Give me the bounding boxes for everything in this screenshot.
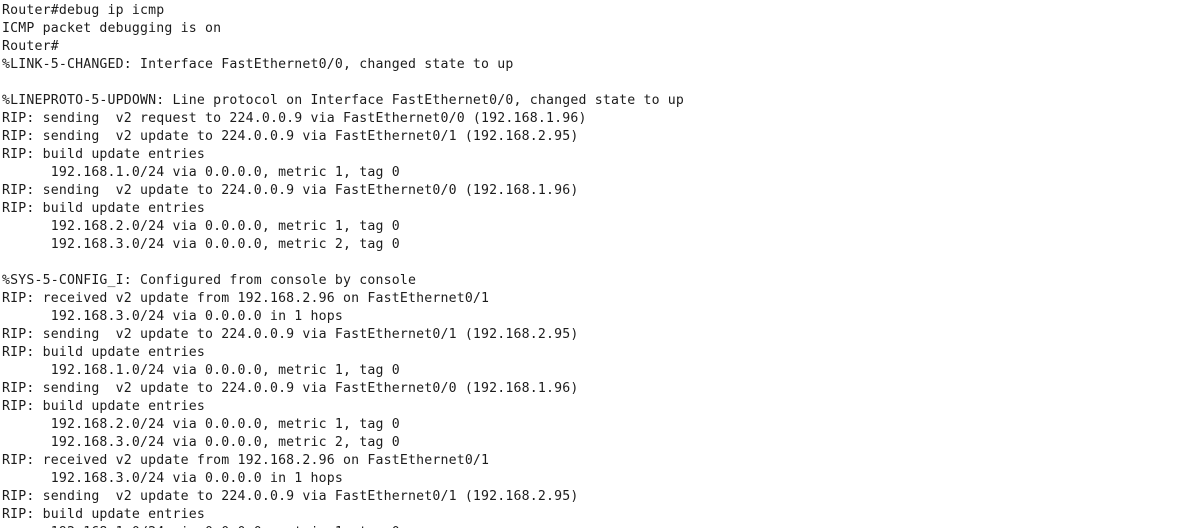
console-line: RIP: build update entries <box>2 201 205 216</box>
console-line: RIP: sending v2 update to 224.0.0.9 via … <box>2 327 579 342</box>
console-line: Router# <box>2 39 59 54</box>
console-line: RIP: build update entries <box>2 345 205 360</box>
console-line: RIP: received v2 update from 192.168.2.9… <box>2 291 490 306</box>
console-line: 192.168.2.0/24 via 0.0.0.0, metric 1, ta… <box>2 219 400 234</box>
console-line: RIP: sending v2 update to 224.0.0.9 via … <box>2 489 579 504</box>
console-line: RIP: build update entries <box>2 147 205 162</box>
console-line: RIP: sending v2 update to 224.0.0.9 via … <box>2 129 579 144</box>
console-output-log[interactable]: Router#debug ip icmp ICMP packet debuggin… <box>0 0 1186 528</box>
console-line: ICMP packet debugging is on <box>2 21 222 36</box>
console-line: 192.168.3.0/24 via 0.0.0.0, metric 2, ta… <box>2 237 400 252</box>
console-line: RIP: build update entries <box>2 507 205 522</box>
console-line: 192.168.3.0/24 via 0.0.0.0 in 1 hops <box>2 309 344 324</box>
terminal-console[interactable]: Router#debug ip icmp ICMP packet debuggin… <box>0 0 1186 528</box>
console-line: 192.168.1.0/24 via 0.0.0.0, metric 1, ta… <box>2 524 1186 528</box>
console-line: RIP: sending v2 request to 224.0.0.9 via… <box>2 111 587 126</box>
console-line: 192.168.2.0/24 via 0.0.0.0, metric 1, ta… <box>2 417 400 432</box>
console-line: %LINEPROTO-5-UPDOWN: Line protocol on In… <box>2 93 685 108</box>
console-line: RIP: sending v2 update to 224.0.0.9 via … <box>2 381 579 396</box>
console-line: RIP: sending v2 update to 224.0.0.9 via … <box>2 183 579 198</box>
console-line: 192.168.1.0/24 via 0.0.0.0, metric 1, ta… <box>2 165 400 180</box>
console-line: RIP: build update entries <box>2 399 205 414</box>
console-line: %LINK-5-CHANGED: Interface FastEthernet0… <box>2 57 514 72</box>
console-line: Router#debug ip icmp <box>2 3 165 18</box>
console-line: RIP: received v2 update from 192.168.2.9… <box>2 453 490 468</box>
console-line: 192.168.3.0/24 via 0.0.0.0, metric 2, ta… <box>2 435 400 450</box>
console-line: %SYS-5-CONFIG_I: Configured from console… <box>2 273 417 288</box>
console-line: 192.168.3.0/24 via 0.0.0.0 in 1 hops <box>2 471 344 486</box>
console-line: 192.168.1.0/24 via 0.0.0.0, metric 1, ta… <box>2 363 400 378</box>
